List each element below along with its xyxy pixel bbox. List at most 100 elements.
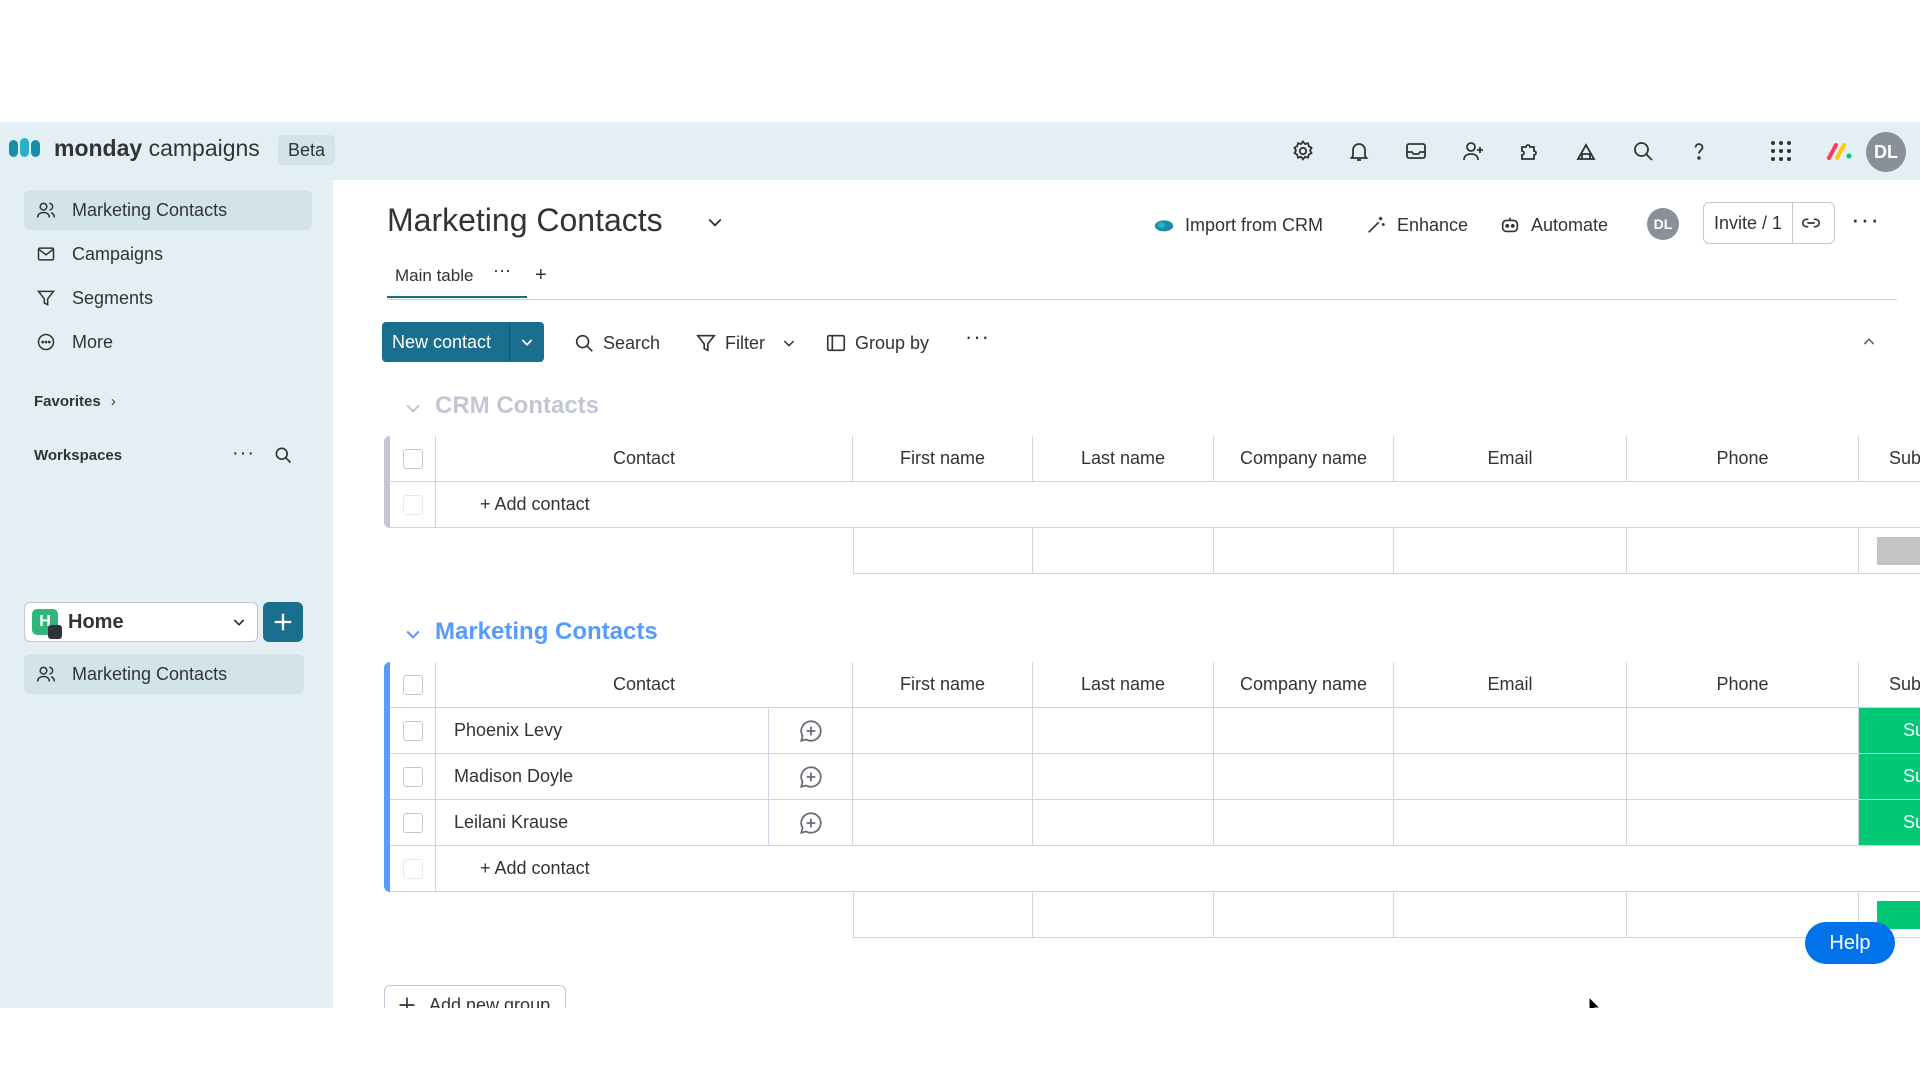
marketplace-icon[interactable] [1571, 136, 1601, 166]
row-checkbox-cell[interactable] [390, 800, 436, 846]
invite-button[interactable]: Invite / 1 [1704, 203, 1794, 243]
column-header-first-name[interactable]: First name [853, 436, 1033, 482]
tab-options-icon[interactable]: ··· [493, 260, 511, 281]
column-header-email[interactable]: Email [1394, 662, 1627, 708]
add-workspace-item-button[interactable] [263, 602, 303, 642]
add-update-cell[interactable] [769, 754, 853, 800]
monday-logo-icon[interactable] [8, 136, 42, 158]
row-checkbox[interactable] [402, 720, 423, 741]
table-row[interactable]: Phoenix Levy Su [390, 708, 1920, 754]
group-title-crm-contacts[interactable]: CRM Contacts [435, 392, 599, 420]
sidebar-item-segments[interactable]: Segments [24, 278, 312, 318]
first-name-cell[interactable] [853, 708, 1033, 754]
add-update-cell[interactable] [769, 708, 853, 754]
phone-cell[interactable] [1627, 800, 1859, 846]
select-all-checkbox[interactable] [402, 674, 423, 695]
company-name-cell[interactable] [1214, 800, 1394, 846]
group-collapse-icon[interactable] [403, 624, 423, 644]
add-update-icon[interactable] [798, 718, 824, 744]
add-update-icon[interactable] [798, 764, 824, 790]
phone-cell[interactable] [1627, 708, 1859, 754]
email-cell[interactable] [1394, 708, 1627, 754]
monday-products-icon[interactable] [1826, 140, 1854, 162]
filter-button[interactable]: Filter [695, 328, 797, 358]
first-name-cell[interactable] [853, 754, 1033, 800]
first-name-cell[interactable] [853, 800, 1033, 846]
select-all-cell[interactable] [390, 662, 436, 708]
board-more-options-icon[interactable]: ··· [1851, 204, 1880, 235]
column-header-first-name[interactable]: First name [853, 662, 1033, 708]
last-name-cell[interactable] [1033, 754, 1214, 800]
invite-member-icon[interactable] [1458, 136, 1488, 166]
chevron-down-icon[interactable] [519, 334, 535, 350]
chevron-down-icon[interactable] [781, 335, 797, 351]
column-header-company-name[interactable]: Company name [1214, 436, 1394, 482]
enhance-button[interactable]: Enhance [1365, 210, 1468, 240]
table-row[interactable]: Madison Doyle Su [390, 754, 1920, 800]
column-header-phone[interactable]: Phone [1627, 436, 1859, 482]
group-by-button[interactable]: Group by [825, 328, 929, 358]
contact-name-cell[interactable]: Leilani Krause [436, 800, 769, 846]
column-header-last-name[interactable]: Last name [1033, 436, 1214, 482]
column-header-last-name[interactable]: Last name [1033, 662, 1214, 708]
phone-cell[interactable] [1627, 754, 1859, 800]
column-header-sub[interactable]: Sub [1859, 436, 1920, 482]
contact-name-cell[interactable]: Phoenix Levy [436, 708, 769, 754]
inbox-icon[interactable] [1401, 136, 1431, 166]
collapse-header-icon[interactable] [1861, 334, 1877, 350]
email-cell[interactable] [1394, 800, 1627, 846]
company-name-cell[interactable] [1214, 754, 1394, 800]
help-button[interactable]: Help [1805, 922, 1895, 964]
add-contact-input[interactable]: + Add contact [436, 846, 1920, 892]
chevron-down-icon[interactable] [705, 212, 725, 232]
last-name-cell[interactable] [1033, 708, 1214, 754]
settings-icon[interactable] [1288, 136, 1318, 166]
column-header-contact[interactable]: Contact [436, 436, 853, 482]
bell-icon[interactable] [1344, 136, 1374, 166]
search-button[interactable]: Search [573, 328, 660, 358]
sidebar-item-marketing-contacts[interactable]: Marketing Contacts [24, 190, 312, 230]
email-cell[interactable] [1394, 754, 1627, 800]
group-title-marketing-contacts[interactable]: Marketing Contacts [435, 618, 658, 646]
sidebar-board-marketing-contacts[interactable]: Marketing Contacts [24, 654, 304, 694]
workspace-search-icon[interactable] [273, 445, 293, 465]
add-update-icon[interactable] [798, 810, 824, 836]
automate-button[interactable]: Automate [1499, 210, 1608, 240]
row-checkbox-cell[interactable] [390, 708, 436, 754]
import-from-crm-button[interactable]: Import from CRM [1153, 210, 1323, 240]
sidebar-item-campaigns[interactable]: Campaigns [24, 234, 312, 274]
apps-puzzle-icon[interactable] [1514, 136, 1544, 166]
toolbar-more-icon[interactable]: ··· [965, 324, 990, 350]
add-update-cell[interactable] [769, 800, 853, 846]
workspaces-more-icon[interactable]: ··· [232, 442, 255, 465]
column-header-sub[interactable]: Sub [1859, 662, 1920, 708]
page-title[interactable]: Marketing Contacts [387, 202, 663, 239]
add-view-button[interactable]: + [535, 264, 547, 287]
column-header-contact[interactable]: Contact [436, 662, 853, 708]
status-cell[interactable]: Su [1859, 708, 1920, 754]
company-name-cell[interactable] [1214, 708, 1394, 754]
help-question-icon[interactable] [1684, 136, 1714, 166]
new-contact-button[interactable]: New contact [382, 322, 510, 362]
select-all-cell[interactable] [390, 436, 436, 482]
add-new-group-button[interactable]: Add new group [384, 985, 566, 1008]
user-avatar[interactable]: DL [1866, 132, 1906, 172]
row-checkbox[interactable] [402, 812, 423, 833]
table-row[interactable]: Leilani Krause Su [390, 800, 1920, 846]
sidebar-item-more[interactable]: More [24, 322, 312, 362]
column-header-phone[interactable]: Phone [1627, 662, 1859, 708]
workspace-selector[interactable]: H Home [24, 602, 258, 642]
group-collapse-icon[interactable] [403, 398, 423, 418]
column-header-company-name[interactable]: Company name [1214, 662, 1394, 708]
status-cell[interactable]: Su [1859, 800, 1920, 846]
contact-name-cell[interactable]: Madison Doyle [436, 754, 769, 800]
select-all-checkbox[interactable] [402, 448, 423, 469]
board-member-avatar[interactable]: DL [1647, 208, 1679, 240]
row-checkbox-cell[interactable] [390, 754, 436, 800]
tab-main-table[interactable]: Main table ··· [387, 258, 527, 298]
copy-link-icon[interactable] [1800, 212, 1822, 234]
status-cell[interactable]: Su [1859, 754, 1920, 800]
favorites-toggle[interactable]: Favorites › [34, 393, 116, 410]
last-name-cell[interactable] [1033, 800, 1214, 846]
search-icon[interactable] [1628, 136, 1658, 166]
